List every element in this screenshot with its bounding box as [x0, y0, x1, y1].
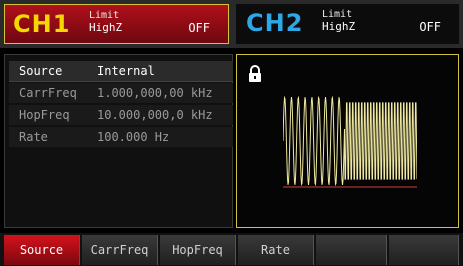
softkey-6[interactable]	[389, 235, 459, 265]
ch2-output-state: OFF	[419, 20, 441, 34]
param-row-hopfreq[interactable]: HopFreq 10.000,000,0 kHz	[9, 105, 233, 125]
param-value: 1.000,000,00 kHz	[97, 86, 213, 100]
channel-header: CH1 Limit HighZ OFF CH2 Limit HighZ OFF	[0, 0, 463, 48]
ch1-status[interactable]: CH1 Limit HighZ OFF	[4, 4, 229, 44]
softkey-bar: Source CarrFreq HopFreq Rate	[0, 233, 463, 266]
parameter-panel: Source Internal CarrFreq 1.000,000,00 kH…	[4, 54, 233, 228]
softkey-source[interactable]: Source	[4, 235, 80, 265]
lock-icon	[249, 65, 261, 82]
param-row-rate[interactable]: Rate 100.000 Hz	[9, 127, 233, 147]
param-row-source[interactable]: Source Internal	[9, 61, 233, 82]
softkey-rate[interactable]: Rate	[238, 235, 314, 265]
ch1-output-mode: Limit HighZ	[89, 10, 122, 34]
param-name: Source	[19, 64, 63, 78]
param-value: Internal	[97, 64, 155, 78]
ch1-label: CH1	[13, 10, 71, 38]
ch2-output-mode: Limit HighZ	[322, 9, 355, 33]
fsk-waveform	[283, 95, 417, 188]
param-name: HopFreq	[19, 108, 70, 122]
waveform-signal	[283, 95, 417, 187]
param-value: 100.000 Hz	[97, 130, 170, 144]
param-row-carrfreq[interactable]: CarrFreq 1.000,000,00 kHz	[9, 83, 233, 103]
ch2-label: CH2	[246, 9, 304, 37]
param-value: 10.000,000,0 kHz	[97, 108, 213, 122]
generator-screen: CH1 Limit HighZ OFF CH2 Limit HighZ OFF …	[0, 0, 463, 266]
softkey-5[interactable]	[316, 235, 387, 265]
ch2-load: HighZ	[322, 20, 356, 33]
param-name: CarrFreq	[19, 86, 77, 100]
ch1-output-state: OFF	[188, 21, 210, 35]
softkey-hopfreq[interactable]: HopFreq	[160, 235, 236, 265]
waveform-panel	[236, 54, 459, 228]
ch2-status[interactable]: CH2 Limit HighZ OFF	[236, 4, 459, 44]
ch1-load: HighZ	[89, 21, 123, 34]
param-name: Rate	[19, 130, 48, 144]
softkey-carrfreq[interactable]: CarrFreq	[82, 235, 158, 265]
